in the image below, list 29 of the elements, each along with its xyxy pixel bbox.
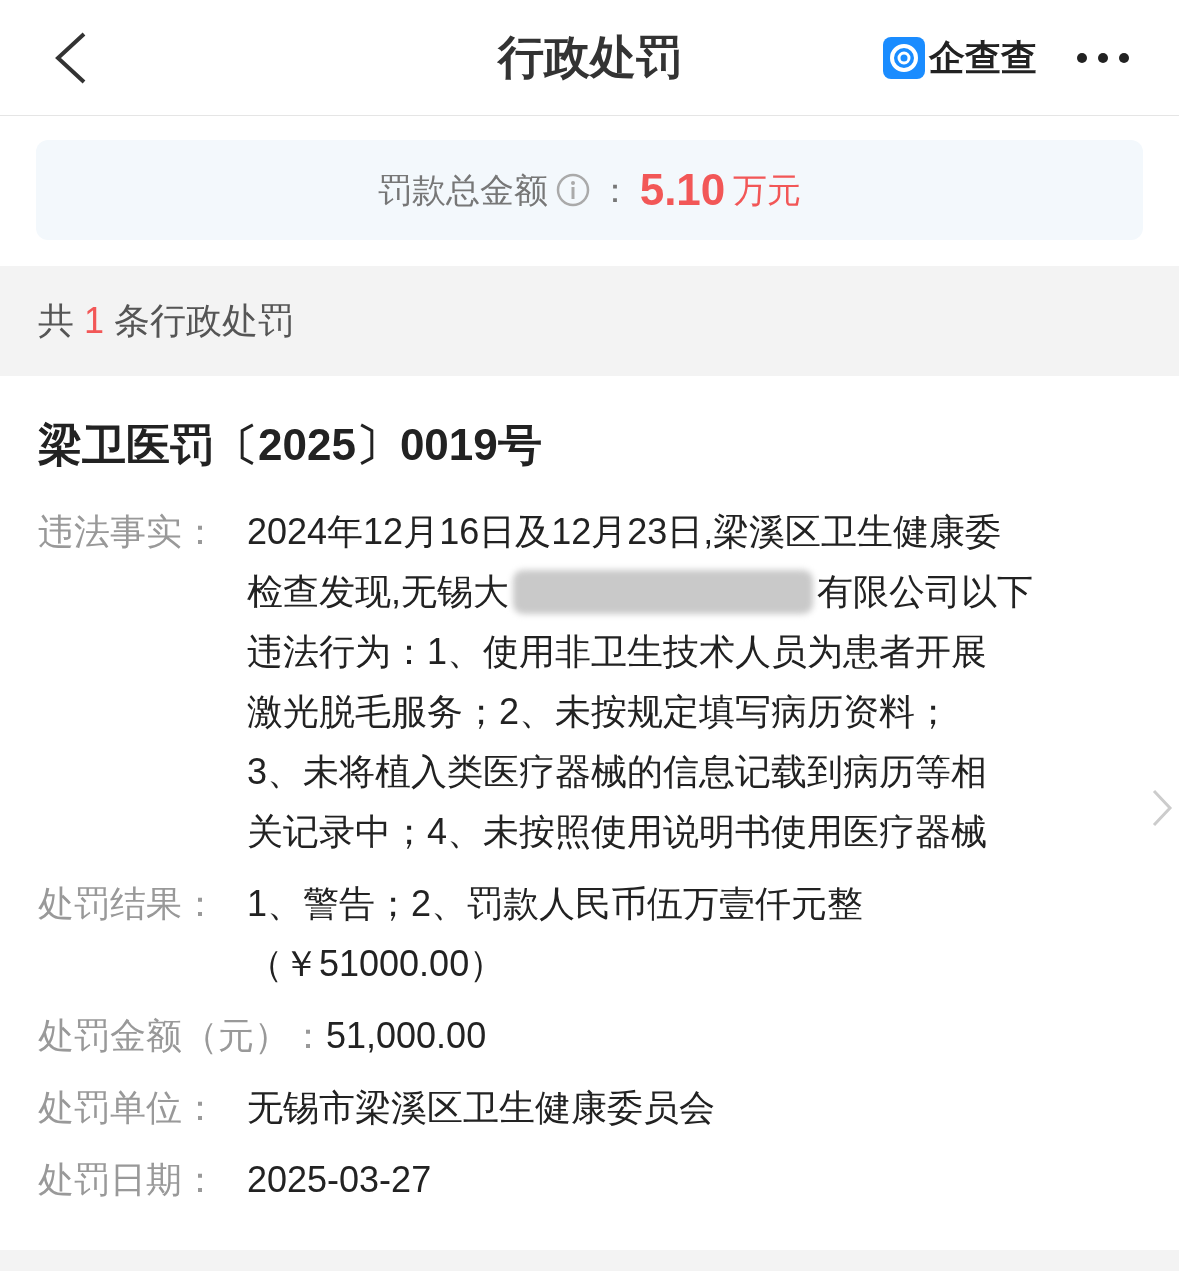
field-value: 2025-03-27: [247, 1158, 432, 1202]
field-value: 无锡市梁溪区卫生健康委员会: [247, 1086, 715, 1130]
summary-label: 罚款总金额: [377, 169, 548, 211]
field-value: 违法行为：1、使用非卫生技术人员为患者开展: [247, 630, 988, 674]
count-prefix: 共: [38, 299, 74, 343]
summary-separator: ：: [597, 169, 632, 211]
field-label: 处罚单位：: [38, 1086, 219, 1130]
field-value: 检查发现,无锡大: [247, 570, 509, 614]
field-value: 2024年12月16日及12月23日,梁溪区卫生健康委: [247, 510, 1002, 554]
summary-unit: 万元: [733, 169, 802, 211]
field-label: 处罚日期：: [38, 1158, 219, 1202]
field-value: 关记录中；4、未按照使用说明书使用医疗器械: [247, 810, 988, 854]
more-icon[interactable]: [1077, 52, 1129, 63]
field-label: 违法事实：: [38, 510, 219, 554]
field-value: 有限公司以下: [817, 570, 1033, 614]
count-number: 1: [84, 299, 105, 343]
record-title[interactable]: 梁卫医罚〔2025〕0019号: [38, 412, 1141, 478]
page-title: 行政处罚: [497, 30, 682, 85]
field-value: 51,000.00: [326, 1014, 487, 1058]
brand-name: 企查查: [929, 35, 1037, 80]
field-label: 处罚结果：: [38, 882, 219, 926]
logo-icon: [883, 36, 925, 79]
field-value: 3、未将植入类医疗器械的信息记载到病历等相: [247, 750, 988, 794]
count-suffix: 条行政处罚: [114, 299, 295, 343]
field-label: 处罚金额（元）：: [38, 1014, 326, 1058]
field-value: 激光脱毛服务；2、未按规定填写病历资料；: [247, 690, 952, 734]
summary-amount: 5.10: [639, 164, 726, 216]
field-value: 1、警告；2、罚款人民币伍万壹仟元整: [247, 882, 864, 926]
field-value: （￥51000.00）: [247, 942, 506, 986]
